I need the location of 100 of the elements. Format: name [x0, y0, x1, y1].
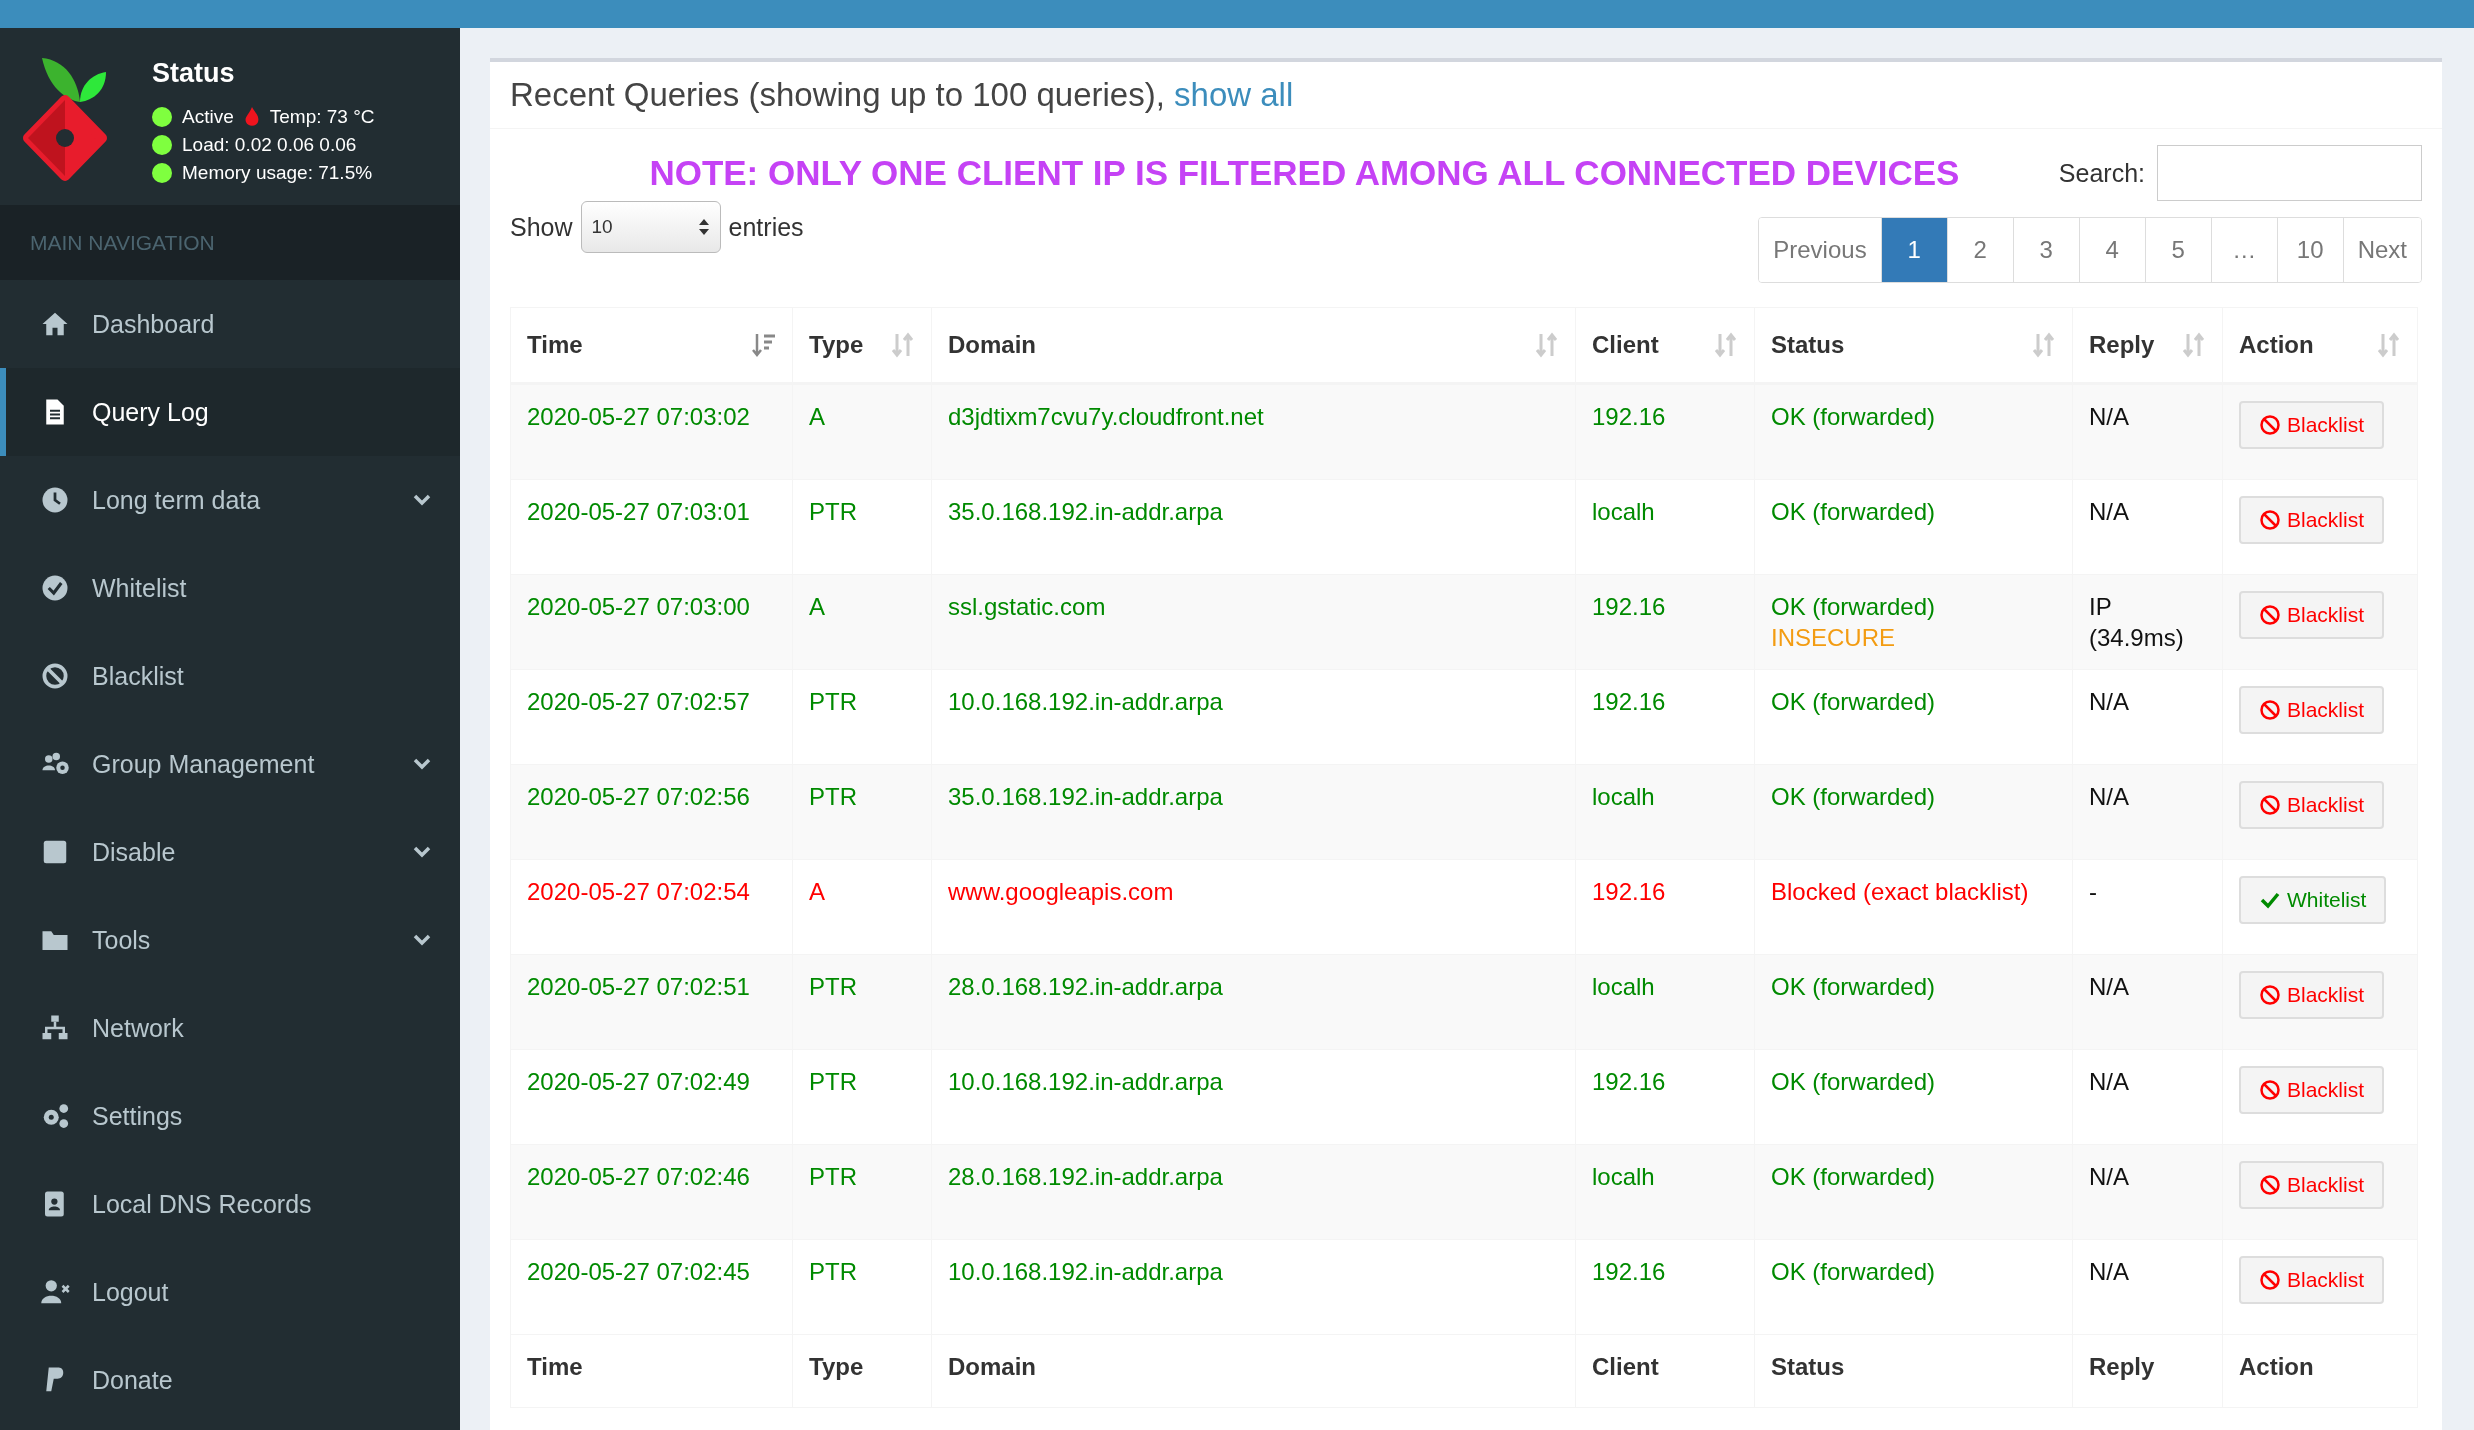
blacklist-button[interactable]: Blacklist	[2239, 496, 2385, 544]
type-cell: PTR	[792, 764, 932, 860]
status-dot	[152, 107, 172, 127]
ban-icon	[2259, 509, 2281, 531]
status-dot	[152, 135, 172, 155]
nav-item[interactable]: Dashboard	[0, 280, 460, 368]
client-cell: 192.16	[1575, 859, 1755, 955]
reply-cell: N/A	[2072, 1144, 2223, 1240]
page-button[interactable]: 1	[1880, 218, 1947, 282]
column-footer: Client	[1575, 1334, 1755, 1408]
nav-icon	[40, 573, 70, 603]
nav-icon	[40, 485, 70, 515]
client-cell: 192.16	[1575, 1239, 1755, 1335]
reply-cell: -	[2072, 859, 2223, 955]
status-title: Status	[152, 58, 236, 89]
column-footer: Reply	[2072, 1334, 2223, 1408]
nav-icon	[40, 661, 70, 691]
type-cell: A	[792, 859, 932, 955]
nav-item[interactable]: Local DNS Records	[0, 1160, 460, 1248]
column-footer: Domain	[931, 1334, 1576, 1408]
client-cell: localh	[1575, 954, 1755, 1050]
search-field[interactable]	[2157, 145, 2422, 201]
nav-item[interactable]: Logout	[0, 1248, 460, 1336]
ban-icon	[2259, 1269, 2281, 1292]
client-cell: 192.16	[1575, 669, 1755, 765]
nav-item[interactable]: Settings	[0, 1072, 460, 1160]
nav-item[interactable]: Donate	[0, 1336, 460, 1424]
blacklist-button[interactable]: Blacklist	[2239, 686, 2385, 735]
column-footer: Action	[2222, 1334, 2418, 1408]
blacklist-button[interactable]: Blacklist	[2239, 781, 2385, 830]
reply-cell: IP (34.9ms)	[2072, 574, 2223, 670]
blacklist-button[interactable]: Blacklist	[2239, 401, 2385, 449]
blacklist-button[interactable]: Blacklist	[2239, 1066, 2385, 1115]
type-cell: A	[792, 574, 932, 670]
domain-cell: ssl.gstatic.com	[931, 574, 1576, 670]
nav-item[interactable]: Tools	[0, 896, 460, 984]
ban-icon	[2259, 604, 2281, 626]
client-cell: localh	[1575, 764, 1755, 860]
sort-icon	[1714, 332, 1738, 358]
whitelist-button[interactable]: Whitelist	[2239, 876, 2387, 925]
card-title: Recent Queries (showing up to 100 queries), show all	[490, 62, 2442, 129]
sort-icon	[2182, 332, 2206, 358]
nav-item[interactable]: Whitelist	[0, 544, 460, 632]
ban-icon	[2259, 699, 2281, 722]
ban-icon	[2259, 1174, 2281, 1197]
time-cell: 2020-05-27 07:02:54	[510, 859, 793, 955]
type-cell: PTR	[792, 669, 932, 765]
type-cell: PTR	[792, 479, 932, 575]
sort-icon	[891, 332, 915, 358]
reply-cell: N/A	[2072, 669, 2223, 765]
sort-icon	[2032, 332, 2056, 358]
client-cell: 192.16	[1575, 574, 1755, 670]
blacklist-button[interactable]: Blacklist	[2239, 971, 2385, 1020]
reply-cell: N/A	[2072, 479, 2223, 575]
time-cell: 2020-05-27 07:03:01	[510, 479, 793, 575]
sort-icon	[2377, 332, 2401, 358]
reply-cell: N/A	[2072, 383, 2223, 480]
show-label: Show	[510, 212, 573, 242]
domain-cell: 10.0.168.192.in-addr.arpa	[931, 1049, 1576, 1145]
up-down-arrows-icon	[697, 217, 710, 237]
status-dot	[152, 163, 172, 183]
nav-item[interactable]: Group Management	[0, 720, 460, 808]
show-all-link[interactable]: show all	[1174, 76, 1294, 113]
time-cell: 2020-05-27 07:02:45	[510, 1239, 793, 1335]
nav-item[interactable]: Blacklist	[0, 632, 460, 720]
blacklist-button[interactable]: Blacklist	[2239, 591, 2385, 639]
sort-icon	[1535, 332, 1559, 358]
status-text: Load: 0.02 0.06 0.06	[182, 134, 357, 156]
domain-cell: 10.0.168.192.in-addr.arpa	[931, 669, 1576, 765]
nav-item[interactable]: Query Log	[0, 368, 460, 456]
time-cell: 2020-05-27 07:02:51	[510, 954, 793, 1050]
status-text: Memory usage: 71.5%	[182, 162, 373, 184]
reply-cell: N/A	[2072, 764, 2223, 860]
ban-icon	[2259, 794, 2281, 817]
ban-icon	[2259, 1079, 2281, 1102]
status-cell: OK (forwarded)	[1754, 383, 2073, 480]
nav-item[interactable]: Long term data	[0, 456, 460, 544]
blacklist-button[interactable]: Blacklist	[2239, 1256, 2385, 1305]
time-cell: 2020-05-27 07:02:49	[510, 1049, 793, 1145]
blacklist-button[interactable]: Blacklist	[2239, 1161, 2385, 1210]
type-cell: A	[792, 383, 932, 480]
search-label: Search:	[2058, 158, 2145, 188]
entries-select[interactable]: 10	[580, 201, 721, 253]
type-cell: PTR	[792, 1239, 932, 1335]
nav-item[interactable]: Network	[0, 984, 460, 1072]
client-cell: localh	[1575, 479, 1755, 575]
status-cell: OK (forwarded)	[1754, 1239, 2073, 1335]
client-cell: 192.16	[1575, 383, 1755, 480]
column-footer: Status	[1754, 1334, 2073, 1408]
page-button[interactable]: Next	[2342, 218, 2421, 282]
status-cell: OK (forwarded)	[1754, 1049, 2073, 1145]
time-cell: 2020-05-27 07:02:56	[510, 764, 793, 860]
domain-cell: 35.0.168.192.in-addr.arpa	[931, 479, 1576, 575]
nav-section-header: MAIN NAVIGATION	[0, 205, 460, 280]
client-cell: localh	[1575, 1144, 1755, 1240]
nav-item[interactable]: Disable	[0, 808, 460, 896]
status-cell: OK (forwarded)	[1754, 1144, 2073, 1240]
status-cell: OK (forwarded) INSECURE	[1754, 574, 2073, 670]
column-footer: Time	[510, 1334, 793, 1408]
client-cell: 192.16	[1575, 1049, 1755, 1145]
